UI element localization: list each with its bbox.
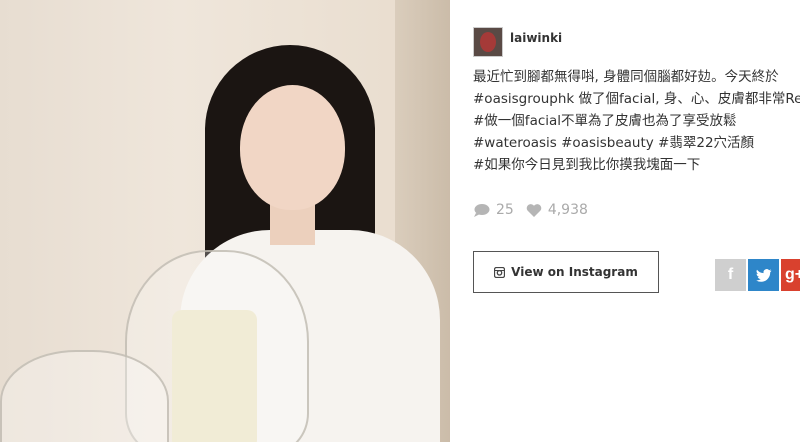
comment-count: 25 bbox=[496, 202, 514, 218]
heart-icon bbox=[526, 203, 542, 217]
post-sidebar: laiwinki 最近忙到腳都無得唞, 身體同個腦都好攰。今天終於 #oasis… bbox=[450, 0, 800, 442]
comment-icon bbox=[474, 203, 490, 217]
caption-line: #做一個facial不單為了皮膚也為了享受放鬆 bbox=[473, 113, 737, 129]
instagram-icon bbox=[494, 266, 506, 278]
google-plus-share-button[interactable]: g+ bbox=[781, 259, 800, 291]
caption-line: #wateroasis #oasisbeauty #翡翠22穴活顏 bbox=[473, 135, 755, 151]
facebook-share-button[interactable]: f bbox=[715, 259, 746, 291]
person-face bbox=[240, 85, 345, 210]
like-count: 4,938 bbox=[547, 202, 588, 218]
caption-line: 最近忙到腳都無得唞, 身體同個腦都好攰。今天終於 bbox=[473, 69, 779, 85]
twitter-icon bbox=[755, 268, 771, 282]
facebook-icon: f bbox=[727, 266, 734, 283]
caption-line: #如果你今日見到我比你摸我塊面一下 bbox=[473, 157, 701, 173]
post-caption: 最近忙到腳都無得唞, 身體同個腦都好攰。今天終於 #oasisgrouphk 做… bbox=[473, 66, 800, 176]
post-photo bbox=[0, 0, 450, 442]
caption-line: #oasisgrouphk 做了個facial, 身、心、皮膚都非常Re bbox=[473, 91, 800, 107]
small-glass bbox=[0, 350, 169, 442]
twitter-share-button[interactable] bbox=[748, 259, 779, 291]
username[interactable]: laiwinki bbox=[510, 31, 562, 45]
avatar[interactable] bbox=[473, 27, 503, 57]
view-on-instagram-button[interactable]: View on Instagram bbox=[473, 251, 659, 293]
google-plus-icon: g+ bbox=[785, 266, 800, 283]
post-stats: 25 4,938 bbox=[473, 202, 588, 218]
view-on-instagram-label: View on Instagram bbox=[511, 265, 638, 279]
